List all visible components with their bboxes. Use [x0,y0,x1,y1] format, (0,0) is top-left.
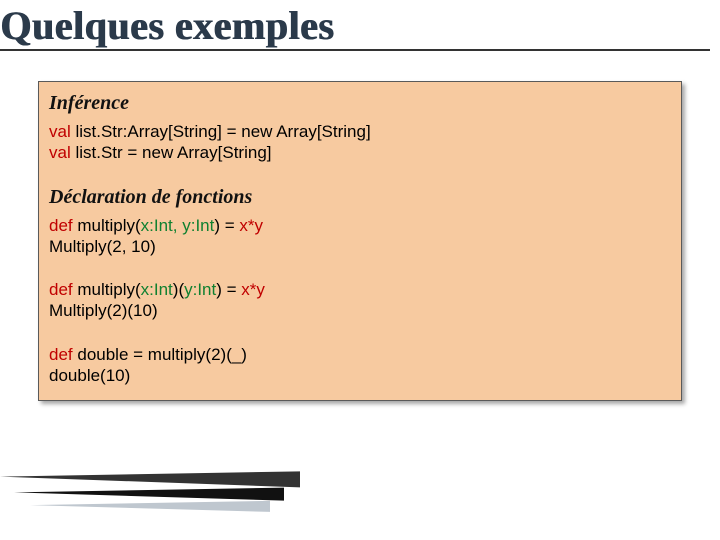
params: x:Int [141,280,173,299]
keyword-val: val [49,122,71,141]
expr: x*y [239,216,263,235]
keyword-def: def [49,280,73,299]
code-text: multiply( [73,216,141,235]
inference-heading: Inférence [49,92,671,115]
code-line: double(10) [49,365,671,386]
code-line: def double = multiply(2)(_) [49,344,671,365]
code-line: Multiply(2, 10) [49,236,671,257]
examples-box: Inférence val list.Str:Array[String] = n… [38,81,682,401]
code-text: )( [173,280,184,299]
code-line: def multiply(x:Int)(y:Int) = x*y [49,279,671,300]
params: y:Int [184,280,216,299]
keyword-def: def [49,345,73,364]
keyword-val: val [49,143,71,162]
code-text: list.Str:Array[String] = new Array[Strin… [71,122,371,141]
code-line: val list.Str = new Array[String] [49,142,671,163]
code-line: def multiply(x:Int, y:Int) = x*y [49,215,671,236]
decorative-swoosh [0,474,310,522]
params: x:Int, y:Int [141,216,215,235]
code-text: ) = [214,216,239,235]
functions-heading: Déclaration de fonctions [49,186,671,209]
functions-code-2: def multiply(x:Int)(y:Int) = x*y Multipl… [49,279,671,322]
keyword-def: def [49,216,73,235]
inference-code: val list.Str:Array[String] = new Array[S… [49,121,671,164]
functions-code-1: def multiply(x:Int, y:Int) = x*y Multipl… [49,215,671,258]
code-text: list.Str = new Array[String] [71,143,272,162]
expr: x*y [241,280,265,299]
code-text: double = multiply(2)(_) [73,345,247,364]
code-line: val list.Str:Array[String] = new Array[S… [49,121,671,142]
code-text: multiply( [73,280,141,299]
code-text: ) = [216,280,241,299]
code-line: Multiply(2)(10) [49,300,671,321]
functions-code-3: def double = multiply(2)(_) double(10) [49,344,671,387]
page-title: Quelques exemples [0,0,710,51]
